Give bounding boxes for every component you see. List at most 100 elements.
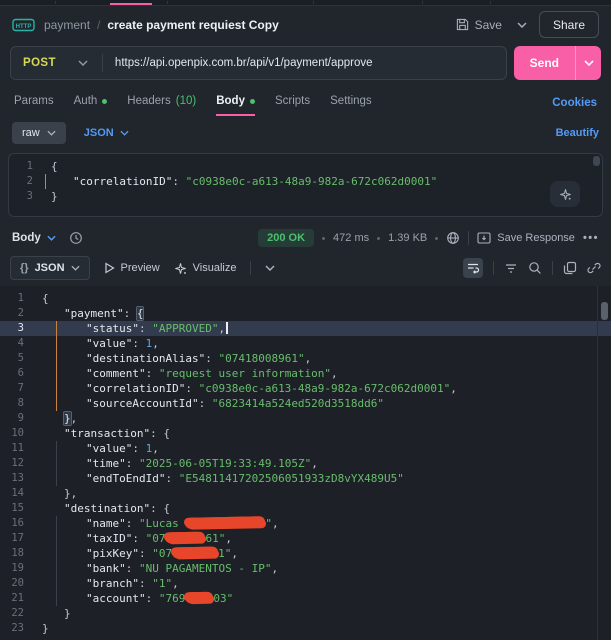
tab-settings[interactable]: Settings [330, 95, 372, 116]
code-token: 1" [218, 547, 231, 560]
code-line[interactable]: 1{ [9, 159, 602, 174]
response-view-dropdown[interactable]: Body [12, 232, 56, 244]
code-token: , [71, 412, 78, 425]
code-token: "c0938e0c-a613-48a9-982a-672c062d0001" [186, 175, 438, 188]
chevron-down-icon[interactable] [78, 60, 88, 66]
preview-button[interactable]: Preview [104, 262, 160, 274]
sparkle-icon [174, 262, 187, 275]
status-dot [102, 99, 107, 104]
cookies-link[interactable]: Cookies [552, 97, 597, 116]
save-options-button[interactable] [514, 22, 527, 28]
filter-icon[interactable] [504, 262, 518, 275]
code-token: , [272, 517, 279, 530]
format-document-button[interactable] [550, 181, 580, 207]
body-type-dropdown[interactable]: raw [12, 122, 66, 144]
code-line[interactable]: 20"branch": "1", [0, 576, 611, 591]
code-line[interactable]: 8"sourceAccountId": "6823414a524ed520d35… [0, 396, 611, 411]
tab-params[interactable]: Params [14, 95, 54, 116]
code-line[interactable]: 12"time": "2025-06-05T19:33:49.105Z", [0, 456, 611, 471]
code-line[interactable]: 15"destination": { [0, 501, 611, 516]
line-number: 17 [0, 531, 34, 546]
copy-icon[interactable] [563, 261, 577, 275]
tab-scripts[interactable]: Scripts [275, 95, 310, 116]
preview-label: Preview [121, 262, 160, 274]
indent-guide [56, 576, 57, 591]
request-body-editor[interactable]: 1{2"correlationID": "c0938e0c-a613-48a9-… [8, 153, 603, 217]
wrap-line-button[interactable] [463, 258, 483, 278]
code-line[interactable]: 2"correlationID": "c0938e0c-a613-48a9-98… [9, 174, 602, 189]
body-type-label: raw [22, 127, 40, 139]
more-views-button[interactable] [265, 265, 275, 271]
response-time[interactable]: 472 ms [333, 232, 369, 244]
code-line[interactable]: 10"transaction": { [0, 426, 611, 441]
code-line[interactable]: 16"name": "Lucas ", [0, 516, 611, 531]
divider [552, 261, 553, 275]
code-line[interactable]: 2"payment": { [0, 306, 611, 321]
share-button[interactable]: Share [539, 11, 599, 38]
code-content: "sourceAccountId": "6823414a524ed520d351… [34, 396, 611, 411]
visualize-button[interactable]: Visualize [174, 262, 237, 275]
method-selector[interactable]: POST [23, 57, 56, 69]
code-line[interactable]: 14}, [0, 486, 611, 501]
tab-separator [167, 1, 168, 4]
code-line[interactable]: 7"correlationID": "c0938e0c-a613-48a9-98… [0, 381, 611, 396]
clock-history-icon[interactable] [69, 231, 83, 245]
code-token: : [124, 307, 137, 320]
tab-body[interactable]: Body [216, 95, 255, 116]
code-line[interactable]: 4"value": 1, [0, 336, 611, 351]
code-token: } [64, 607, 71, 620]
code-content: "destinationAlias": "07418008961", [34, 351, 611, 366]
response-size[interactable]: 1.39 KB [388, 232, 427, 244]
code-line[interactable]: 3"status": "APPROVED", [0, 321, 611, 336]
code-token: "2025-06-05T19:33:49.105Z" [139, 457, 311, 470]
response-body-viewer[interactable]: 1{2"payment": {3"status": "APPROVED",4"v… [0, 286, 611, 640]
code-token: { [51, 160, 58, 173]
code-token: , [450, 382, 457, 395]
status-badge[interactable]: 200 OK [258, 229, 314, 247]
request-header: HTTP payment / create payment requiest C… [0, 6, 611, 43]
breadcrumb-collection[interactable]: payment [44, 18, 90, 32]
code-line[interactable]: 3} [9, 189, 602, 204]
code-line[interactable]: 1{ [0, 291, 611, 306]
code-line[interactable]: 19"bank": "NU PAGAMENTOS - IP", [0, 561, 611, 576]
code-line[interactable]: 6"comment": "request user information", [0, 366, 611, 381]
active-indent-guide [56, 366, 57, 381]
more-options-button[interactable]: ••• [583, 232, 599, 244]
save-response-button[interactable]: Save Response [477, 232, 575, 244]
code-token: , [152, 337, 159, 350]
scrollbar-thumb[interactable] [593, 156, 600, 166]
divider [250, 261, 251, 275]
code-line[interactable]: 11"value": 1, [0, 441, 611, 456]
code-line[interactable]: 18"pixKey": "071", [0, 546, 611, 561]
body-format-dropdown[interactable]: JSON [84, 127, 129, 139]
code-line[interactable]: 22} [0, 606, 611, 621]
line-number: 6 [0, 366, 34, 381]
save-button[interactable]: Save [456, 18, 502, 32]
network-icon[interactable] [446, 231, 460, 245]
line-number: 3 [0, 321, 34, 336]
code-line[interactable]: 9}, [0, 411, 611, 426]
url-input[interactable]: POST https://api.openpix.com.br/api/v1/p… [10, 46, 507, 80]
send-options-button[interactable] [575, 46, 601, 80]
breadcrumb-separator: / [97, 18, 100, 32]
send-button[interactable]: Send [514, 46, 601, 80]
scrollbar-thumb[interactable] [601, 302, 608, 320]
code-content: { [34, 291, 611, 306]
beautify-link[interactable]: Beautify [556, 127, 599, 139]
code-line[interactable]: 17"taxID": "0761", [0, 531, 611, 546]
chevron-down-icon [71, 265, 80, 271]
search-icon[interactable] [528, 261, 542, 275]
active-indent-guide [56, 396, 57, 411]
code-content: "endToEndId": "E54811417202506051933zD8v… [34, 471, 611, 486]
link-icon[interactable] [587, 261, 601, 275]
code-line[interactable]: 23} [0, 621, 611, 636]
tab-headers[interactable]: Headers (10) [127, 95, 196, 116]
send-button-label[interactable]: Send [514, 46, 575, 80]
request-url[interactable]: https://api.openpix.com.br/api/v1/paymen… [115, 57, 373, 69]
code-line[interactable]: 5"destinationAlias": "07418008961", [0, 351, 611, 366]
response-format-dropdown[interactable]: {} JSON [10, 256, 90, 280]
code-line[interactable]: 13"endToEndId": "E54811417202506051933zD… [0, 471, 611, 486]
tab-auth[interactable]: Auth [74, 95, 108, 116]
code-content: "name": "Lucas ", [34, 516, 611, 531]
code-line[interactable]: 21"account": "76903" [0, 591, 611, 606]
